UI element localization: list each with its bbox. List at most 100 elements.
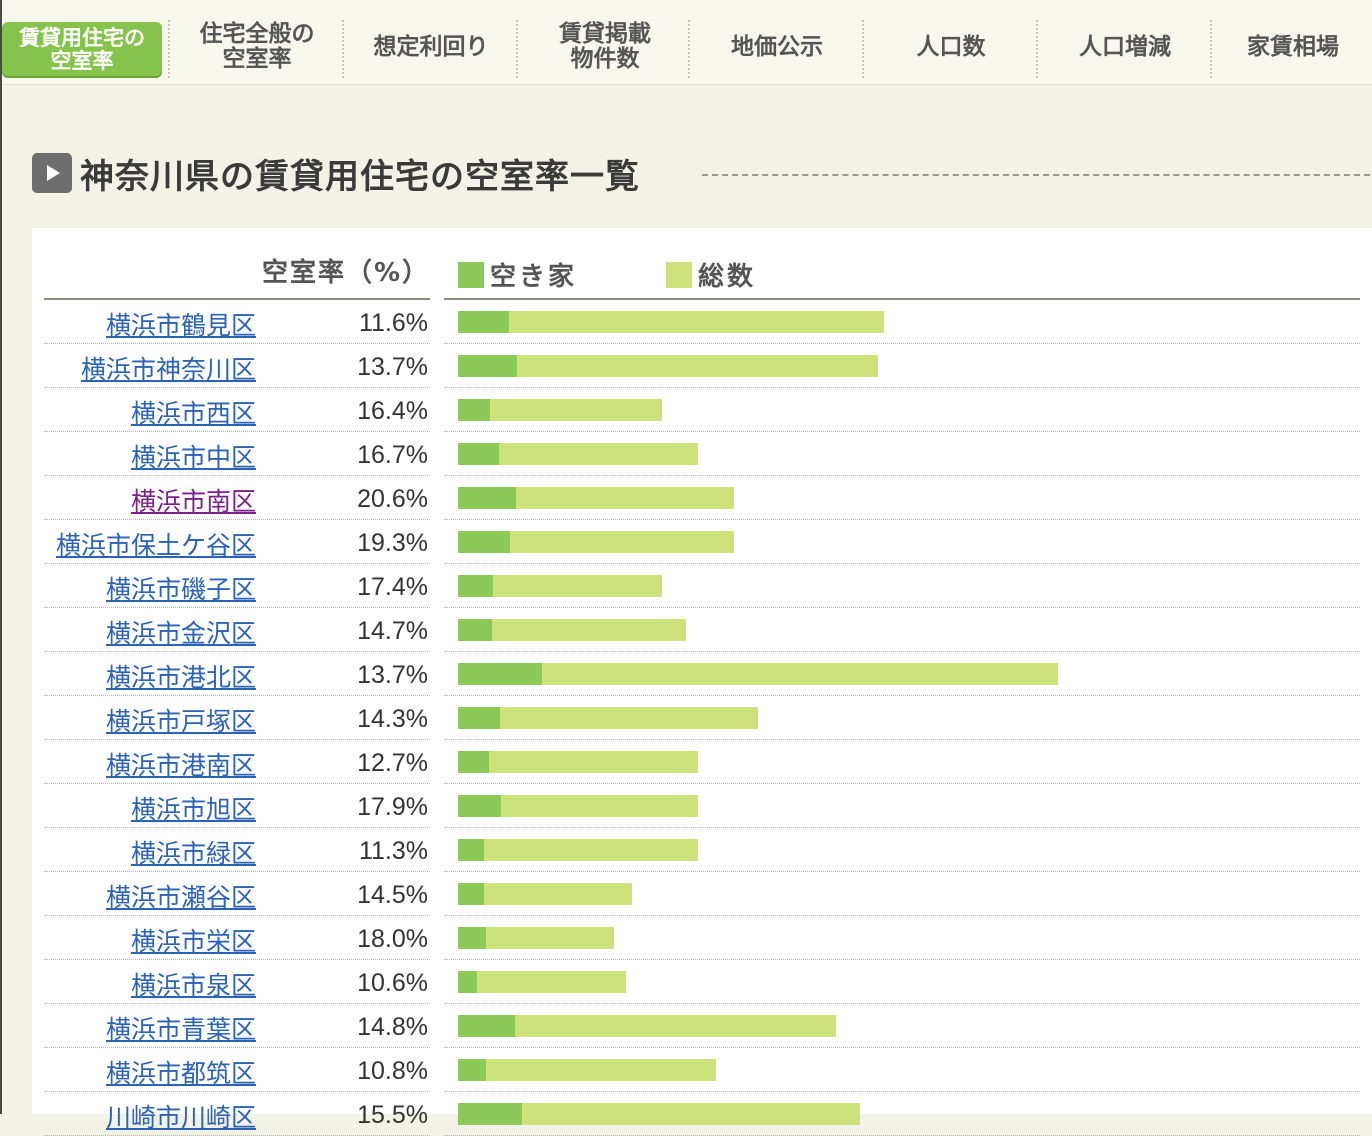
tab-7[interactable]: 家賃相場 xyxy=(1214,14,1372,80)
table-row: 横浜市金沢区 14.7% xyxy=(32,608,1372,652)
tab-separator xyxy=(1210,20,1212,78)
vacancy-rate: 13.7% xyxy=(357,661,428,689)
legend-swatch-total xyxy=(666,261,692,288)
ward-link[interactable]: 横浜市西区 xyxy=(131,394,256,430)
tab-6[interactable]: 人口増減 xyxy=(1040,14,1210,80)
bar-vacant xyxy=(458,619,493,641)
bar-vacant xyxy=(458,795,502,817)
vacancy-rate: 14.5% xyxy=(357,881,428,909)
vacancy-rate: 17.9% xyxy=(357,793,428,821)
ward-link[interactable]: 横浜市緑区 xyxy=(131,834,256,870)
ward-link[interactable]: 横浜市鶴見区 xyxy=(106,306,256,342)
tab-separator xyxy=(168,20,170,78)
legend-vacant: 空き家 xyxy=(458,256,577,293)
ward-link[interactable]: 横浜市港北区 xyxy=(106,658,256,694)
ward-link[interactable]: 横浜市金沢区 xyxy=(106,614,256,650)
table-row: 横浜市西区 16.4% xyxy=(32,388,1372,432)
legend-label-vacant: 空き家 xyxy=(490,262,578,292)
table-header: 空室率（%） 空き家 総数 xyxy=(32,228,1372,300)
tab-2[interactable]: 想定利回り xyxy=(346,14,516,80)
vacancy-rate: 10.8% xyxy=(357,1057,428,1085)
ward-link[interactable]: 横浜市港南区 xyxy=(106,746,256,782)
table-row: 横浜市港北区 13.7% xyxy=(32,652,1372,696)
ward-link[interactable]: 横浜市青葉区 xyxy=(106,1010,256,1046)
bar-total xyxy=(458,1059,716,1081)
ward-link[interactable]: 横浜市中区 xyxy=(131,438,256,474)
bar-vacant xyxy=(458,355,517,377)
ward-link[interactable]: 横浜市旭区 xyxy=(131,790,256,826)
tab-separator xyxy=(1036,20,1038,78)
bar-vacant xyxy=(458,487,517,509)
tab-0[interactable]: 賃貸用住宅の 空室率 xyxy=(2,22,162,78)
vacancy-rate: 20.6% xyxy=(357,485,428,513)
table-row: 川崎市川崎区 15.5% xyxy=(32,1092,1372,1136)
table-row: 横浜市泉区 10.6% xyxy=(32,960,1372,1004)
ward-link[interactable]: 横浜市磯子区 xyxy=(106,570,256,606)
vacancy-rate: 16.4% xyxy=(357,397,428,425)
vacancy-rate: 14.8% xyxy=(357,1013,428,1041)
bar-total xyxy=(458,311,884,333)
rate-column-header: 空室率（%） xyxy=(261,258,430,288)
ward-link[interactable]: 横浜市都筑区 xyxy=(106,1054,256,1090)
tab-3[interactable]: 賃貸掲載 物件数 xyxy=(520,14,690,80)
tab-bar: 賃貸用住宅の 空室率 住宅全般の 空室率 想定利回り 賃貸掲載 物件数 地価公示 人口数人… xyxy=(2,0,1372,85)
bar-vacant xyxy=(458,839,484,861)
vacancy-rate: 14.7% xyxy=(357,617,428,645)
page-title: 神奈川県の賃貸用住宅の空室率一覧 xyxy=(80,156,640,197)
table-row: 横浜市栄区 18.0% xyxy=(32,916,1372,960)
table-row: 横浜市青葉区 14.8% xyxy=(32,1004,1372,1048)
bar-total xyxy=(458,707,758,729)
table-row: 横浜市都筑区 10.8% xyxy=(32,1048,1372,1092)
title-divider xyxy=(702,174,1370,176)
bar-total xyxy=(458,971,626,993)
table-body: 横浜市鶴見区 11.6% 横浜市神奈川区 13.7% 横浜市西区 16.4% 横浜市中区 16… xyxy=(32,300,1372,1136)
vacancy-table-panel: 空室率（%） 空き家 総数 横浜市鶴見区 11.6% 横浜市神奈川区 13.7% 横浜市… xyxy=(32,228,1372,1136)
table-row: 横浜市中区 16.7% xyxy=(32,432,1372,476)
bar-total xyxy=(458,883,632,905)
tab-separator xyxy=(342,20,344,78)
ward-link[interactable]: 川崎市川崎区 xyxy=(106,1098,256,1134)
legend-swatch-vacant xyxy=(458,261,484,288)
bar-vacant xyxy=(458,883,484,905)
vacancy-rate: 13.7% xyxy=(357,353,428,381)
play-icon xyxy=(32,153,72,193)
legend-label-total: 総数 xyxy=(698,262,757,292)
table-row: 横浜市神奈川区 13.7% xyxy=(32,344,1372,388)
bar-vacant xyxy=(458,531,511,553)
vacancy-rate: 18.0% xyxy=(357,925,428,953)
table-row: 横浜市戸塚区 14.3% xyxy=(32,696,1372,740)
tab-5[interactable]: 人口数 xyxy=(866,14,1036,80)
table-row: 横浜市南区 20.6% xyxy=(32,476,1372,520)
ward-link[interactable]: 横浜市栄区 xyxy=(131,922,256,958)
bar-vacant xyxy=(458,575,493,597)
tab-1[interactable]: 住宅全般の 空室率 xyxy=(172,14,342,80)
table-row: 横浜市保土ケ谷区 19.3% xyxy=(32,520,1372,564)
ward-link[interactable]: 横浜市戸塚区 xyxy=(106,702,256,738)
bar-vacant xyxy=(458,751,490,773)
section-header: 神奈川県の賃貸用住宅の空室率一覧 xyxy=(32,148,640,198)
bar-vacant xyxy=(458,971,478,993)
ward-link[interactable]: 横浜市泉区 xyxy=(131,966,256,1002)
bar-total xyxy=(458,751,698,773)
bar-vacant xyxy=(458,399,490,421)
vacancy-rate: 19.3% xyxy=(357,529,428,557)
tab-4[interactable]: 地価公示 xyxy=(692,14,862,80)
vacancy-rate: 11.3% xyxy=(358,837,428,865)
bar-vacant xyxy=(458,663,542,685)
table-row: 横浜市鶴見区 11.6% xyxy=(32,300,1372,344)
ward-link[interactable]: 横浜市南区 xyxy=(131,482,256,518)
tab-separator xyxy=(688,20,690,78)
bar-vacant xyxy=(458,1103,523,1125)
legend-total: 総数 xyxy=(666,256,756,293)
bar-total xyxy=(458,355,878,377)
bar-vacant xyxy=(458,311,509,333)
tab-separator xyxy=(516,20,518,78)
ward-link[interactable]: 横浜市神奈川区 xyxy=(81,350,256,386)
window-edge xyxy=(0,0,2,1114)
bar-vacant xyxy=(458,1015,515,1037)
ward-link[interactable]: 横浜市保土ケ谷区 xyxy=(56,526,256,562)
ward-link[interactable]: 横浜市瀬谷区 xyxy=(106,878,256,914)
bar-vacant xyxy=(458,927,487,949)
tab-separator xyxy=(862,20,864,78)
vacancy-rate: 16.7% xyxy=(357,441,428,469)
